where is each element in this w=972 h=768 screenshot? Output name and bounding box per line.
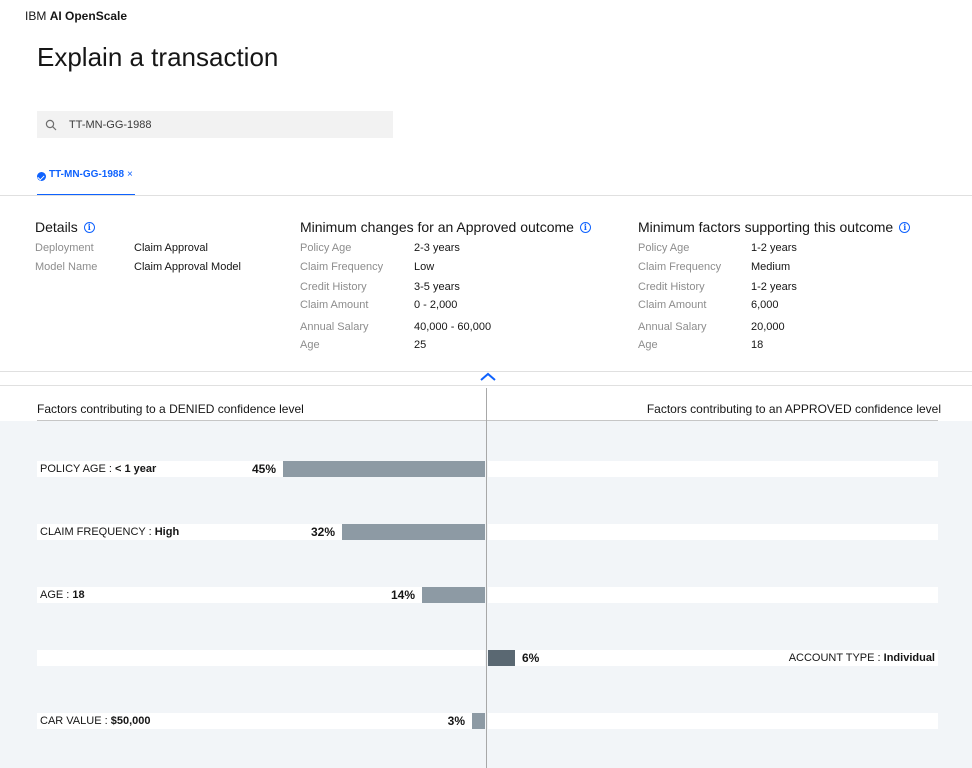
info-icon[interactable]: i <box>579 221 591 233</box>
change-value: 3-5 years <box>414 281 460 293</box>
page-title: Explain a transaction <box>37 42 279 72</box>
factor-row: 45% POLICY AGE : < 1 year <box>37 461 938 477</box>
chevron-up-icon[interactable] <box>478 370 498 384</box>
factor-label: POLICY AGE : < 1 year <box>40 463 157 475</box>
denied-bar[interactable] <box>283 461 485 477</box>
chart-header-divider <box>37 420 938 421</box>
factor-key: Policy Age <box>638 242 690 254</box>
min-factors-title-text: Minimum factors supporting this outcome <box>638 219 894 235</box>
factor-row: 32% CLAIM FREQUENCY : High <box>37 524 938 540</box>
details-list: Deployment Claim Approval Model Name Cla… <box>35 242 275 282</box>
row-background <box>488 524 938 540</box>
change-key: Claim Frequency <box>300 261 384 273</box>
factor-key: Annual Salary <box>638 321 707 333</box>
row-background <box>488 461 938 477</box>
factor-value: 18 <box>751 339 764 351</box>
detail-key: Deployment <box>35 242 94 254</box>
divider <box>0 385 972 386</box>
min-changes-list: Policy Age 2-3 years Claim Frequency Low… <box>300 242 600 357</box>
factor-key: Age <box>638 339 658 351</box>
percent-label: 6% <box>522 651 540 665</box>
factor-key: Credit History <box>638 281 705 293</box>
percent-label: 45% <box>251 462 276 476</box>
change-value: 2-3 years <box>414 242 460 254</box>
denied-bar[interactable] <box>472 713 485 729</box>
factor-value: 6,000 <box>751 299 779 311</box>
min-changes-title: Minimum changes for an Approved outcome … <box>300 219 591 235</box>
denied-bar[interactable] <box>422 587 485 603</box>
percent-label: 32% <box>310 525 335 539</box>
details-title-text: Details <box>35 219 78 235</box>
change-key: Policy Age <box>300 242 352 254</box>
approved-heading: Factors contributing to an APPROVED conf… <box>646 402 941 416</box>
factor-label: ACCOUNT TYPE : Individual <box>788 652 935 664</box>
brand-name: AI OpenScale <box>49 9 128 23</box>
tab-transaction[interactable]: TT-MN-GG-1988 × <box>37 169 135 196</box>
factor-row: 6% ACCOUNT TYPE : Individual <box>37 650 938 666</box>
factor-value: 1-2 years <box>751 281 797 293</box>
percent-label: 14% <box>390 588 415 602</box>
detail-value: Claim Approval Model <box>134 261 241 273</box>
tab-label: TT-MN-GG-1988 <box>49 169 125 180</box>
change-value: Low <box>414 261 435 273</box>
change-key: Credit History <box>300 281 367 293</box>
row-background <box>37 587 485 603</box>
change-key: Claim Amount <box>300 299 369 311</box>
factor-row: 14% AGE : 18 <box>37 587 938 603</box>
factor-value: Medium <box>751 261 791 273</box>
detail-key: Model Name <box>35 261 98 273</box>
change-value: 25 <box>414 339 427 351</box>
detail-value: Claim Approval <box>134 242 208 254</box>
percent-label: 3% <box>447 714 465 728</box>
divider <box>0 195 972 196</box>
change-value: 40,000 - 60,000 <box>414 321 492 333</box>
info-icon[interactable]: i <box>83 221 95 233</box>
row-background <box>37 650 485 666</box>
search-input[interactable] <box>69 118 369 131</box>
min-factors-title: Minimum factors supporting this outcome … <box>638 219 911 235</box>
factor-value: 1-2 years <box>751 242 797 254</box>
row-background <box>488 587 938 603</box>
chart-axis <box>486 388 487 768</box>
row-background <box>488 713 938 729</box>
change-value: 0 - 2,000 <box>414 299 458 311</box>
min-changes-title-text: Minimum changes for an Approved outcome <box>300 219 574 235</box>
factor-key: Claim Frequency <box>638 261 722 273</box>
factor-label: CLAIM FREQUENCY : High <box>40 526 180 538</box>
min-factors-list: Policy Age 1-2 years Claim Frequency Med… <box>638 242 938 357</box>
factor-row: 3% CAR VALUE : $50,000 <box>37 713 938 729</box>
search-icon <box>45 118 59 132</box>
info-icon[interactable]: i <box>899 221 911 233</box>
denied-heading: Factors contributing to a DENIED confide… <box>37 402 304 416</box>
search-bar[interactable] <box>37 111 393 138</box>
approved-bar[interactable] <box>488 650 515 666</box>
change-key: Annual Salary <box>300 321 369 333</box>
details-title: Details i <box>35 219 95 235</box>
change-key: Age <box>300 339 320 351</box>
brand-prefix: IBM <box>25 9 47 23</box>
brand: IBM AI OpenScale <box>25 9 127 23</box>
checkmark-circle-icon <box>37 172 46 181</box>
close-icon[interactable]: × <box>127 169 133 180</box>
factor-label: AGE : 18 <box>40 589 85 601</box>
factor-key: Claim Amount <box>638 299 707 311</box>
denied-bar[interactable] <box>342 524 485 540</box>
factor-value: 20,000 <box>751 321 785 333</box>
factor-label: CAR VALUE : $50,000 <box>40 715 151 727</box>
